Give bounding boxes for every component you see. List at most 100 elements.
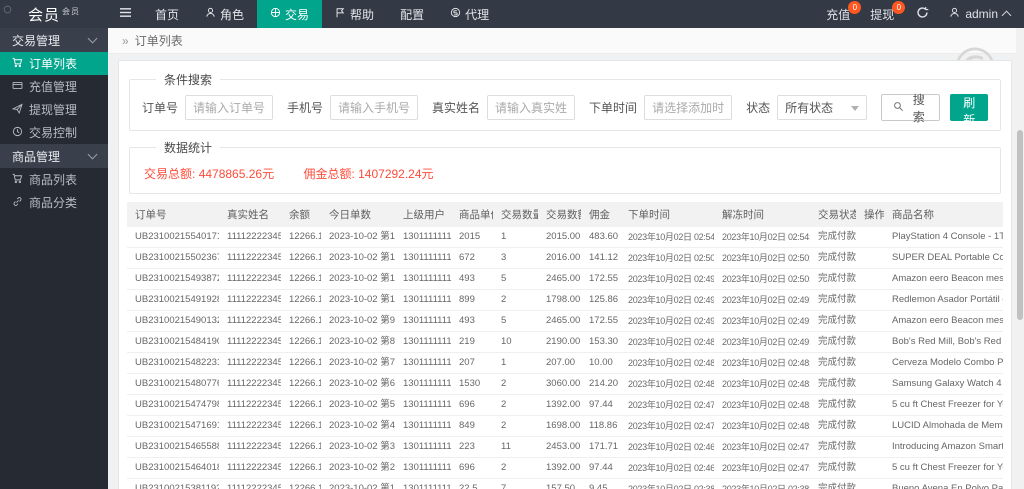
nav-label: 首页 [155,7,180,22]
scrollbar-thumb[interactable] [1017,130,1023,320]
table-cell: 完成付款 [810,247,856,269]
table-cell: 2023年10月02日 02:48:19 [714,394,810,416]
sidebar-item-label: 订单列表 [29,57,78,71]
table-cell: 3 [493,247,538,269]
sidebar-toggle-button[interactable] [108,0,142,28]
table-row: UB23100215484190391111222234512266.13202… [127,331,1003,353]
table-cell: 13011111111 [395,457,451,479]
sidebar-section-trade-management[interactable]: 交易管理 [0,28,108,52]
content-card: 条件搜索 订单号 手机号 真实姓名 下单时间 [118,60,1012,489]
sidebar-section-product-management[interactable]: 商品管理 [0,144,108,168]
table-cell: 2023-10-02 第10单 [321,289,395,311]
table-cell [856,331,884,353]
table-cell: UB2310021546401827 [127,457,219,479]
nav-item-help[interactable]: 帮助 [322,0,387,28]
recharge-quick-link[interactable]: 充值 0 [816,0,862,28]
order-no-input[interactable] [185,95,274,120]
table-cell: 5 [493,268,538,290]
sidebar-item-trade-control[interactable]: 交易控制 [0,121,108,144]
table-cell: 11112222345 [219,289,281,311]
table-cell: PlayStation 4 Console - 1TB Slim Edition [884,227,1003,248]
phone-input[interactable] [330,95,419,120]
table-cell: 11 [493,436,538,458]
refresh-page-button[interactable] [904,0,941,28]
sidebar-item-order-list[interactable]: 订单列表 [0,52,108,75]
table-cell: 2023-10-02 第4单 [321,415,395,437]
table-cell: 2015 [451,227,493,248]
sidebar-item-product-list[interactable]: 商品列表 [0,168,108,191]
table-cell: 22.5 [451,478,493,489]
table-cell [856,227,884,248]
search-button-label: 搜 索 [912,92,925,124]
column-header-7: 交易数额 [538,202,581,227]
table-cell: 2465.00 [538,310,581,332]
refresh-button[interactable]: 刷新 [950,94,988,127]
table-cell: 2023年10月02日 02:47:30 [714,436,810,458]
table-cell: 2 [493,373,538,395]
table-cell [856,289,884,311]
user-menu[interactable]: admin [941,0,1024,28]
orders-table: 订单号真实姓名余额今日单数上级用户商品单价交易数量交易数额佣金下单时间解冻时间交… [127,202,1003,489]
real-name-input[interactable] [487,95,576,120]
table-cell: 2016.00 [538,247,581,269]
table-cell: 完成付款 [810,331,856,353]
clock-icon [12,126,23,140]
table-cell: 672 [451,247,493,269]
vertical-scrollbar[interactable] [1016,28,1024,489]
phone-label: 手机号 [287,101,324,115]
chevron-down-icon [87,149,98,160]
table-row: UB23100215474798631111222234512266.13202… [127,394,1003,416]
table-cell: 2023年10月02日 02:48:52 [714,352,810,374]
column-header-4: 上级用户 [395,202,451,227]
breadcrumb-label: 订单列表 [134,34,183,48]
status-select[interactable]: 所有状态 [777,95,868,120]
table-cell: 1 [493,352,538,374]
table-cell: 2 [493,394,538,416]
sidebar-item-recharge-management[interactable]: 充值管理 [0,75,108,98]
table-cell: 2023年10月02日 02:49:16 [714,331,810,353]
search-button[interactable]: 搜 索 [881,93,941,124]
table-cell: 7 [493,478,538,489]
sidebar-item-product-category[interactable]: 商品分类 [0,191,108,214]
table-cell: 2023-10-02 第11单 [321,268,395,290]
nav-item-home[interactable]: 首页 [142,0,192,28]
nav-item-config[interactable]: 配置 [387,0,437,28]
sidebar-item-withdraw-management[interactable]: 提现管理 [0,98,108,121]
withdraw-quick-link[interactable]: 提现 0 [860,0,906,28]
table-cell: Samsung Galaxy Watch 4 Classic 42mm Smar… [884,373,1003,395]
nav-item-agent[interactable]: 代理 [437,0,502,28]
nav-item-trade[interactable]: 交易 [257,0,323,28]
table-cell: 12266.13 [281,394,321,416]
table-row: UB23100215482231501111222234512266.13202… [127,352,1003,374]
table-cell [856,268,884,290]
nav-item-roles[interactable]: 角色 [192,0,257,28]
table-cell: 完成付款 [810,352,856,374]
table-cell: 11112222345 [219,394,281,416]
table-cell: UB2310021548223150 [127,352,219,374]
table-cell: UB2310021549013294 [127,310,219,332]
table-cell: 11112222345 [219,331,281,353]
table-cell [856,415,884,437]
table-cell: 2 [493,415,538,437]
table-cell: 完成付款 [810,394,856,416]
table-cell [856,373,884,395]
table-cell: 11112222345 [219,247,281,269]
table-cell: 13011111111 [395,331,451,353]
field-real-name: 真实姓名 [432,95,576,120]
nav-label: 代理 [465,7,490,22]
cart-icon [12,57,23,71]
column-header-5: 商品单价 [451,202,493,227]
table-cell [856,478,884,489]
order-time-input[interactable] [644,95,733,120]
column-header-1: 真实姓名 [219,202,281,227]
table-cell: 1392.00 [538,457,581,479]
table-cell: UB2310021548077676 [127,373,219,395]
table-cell: 2015.00 [538,227,581,248]
flag-icon [335,7,346,21]
refresh-icon [916,6,929,22]
table-row: UB23100215491928521111222234512266.13202… [127,289,1003,311]
table-cell: 2 [493,457,538,479]
table-cell: 13011111111 [395,436,451,458]
table-cell [856,457,884,479]
table-cell: 12266.13 [281,352,321,374]
